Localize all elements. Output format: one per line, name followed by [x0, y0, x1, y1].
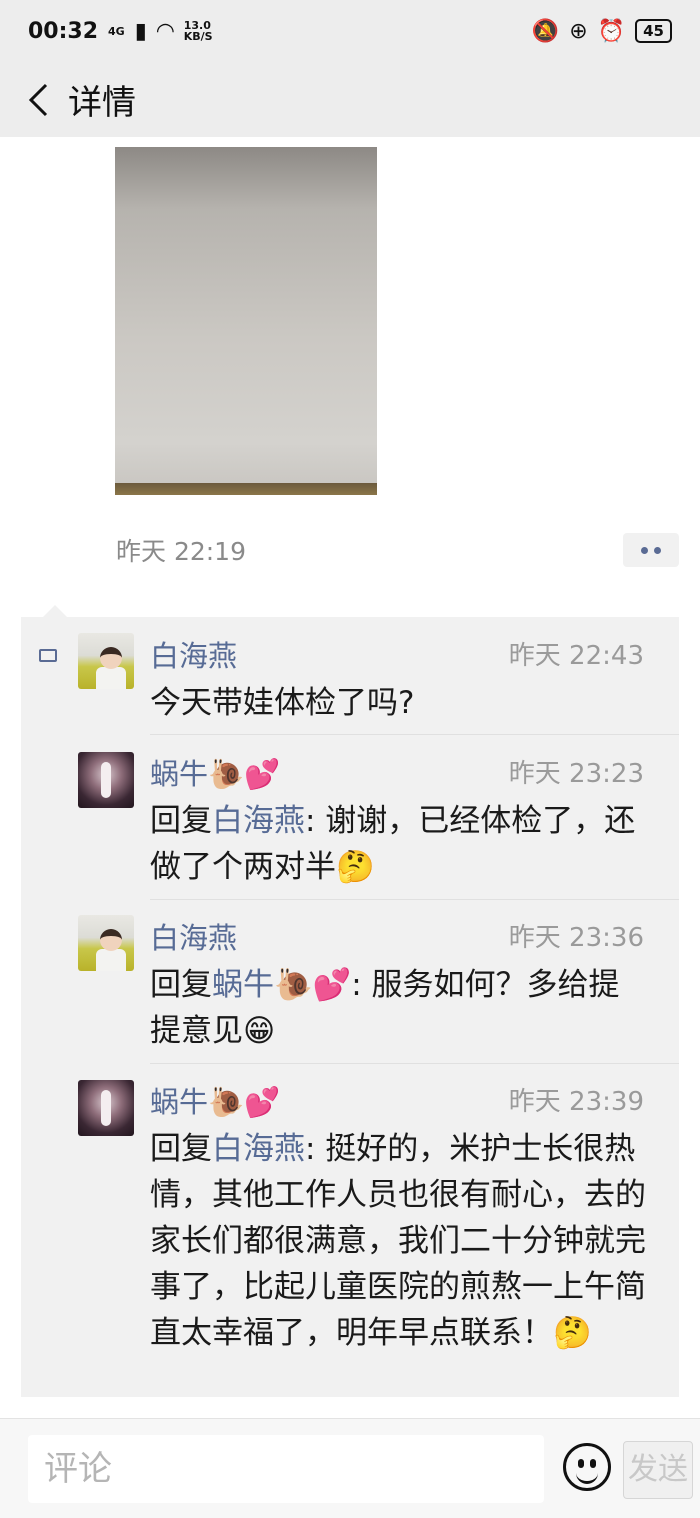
avatar[interactable] [78, 1080, 134, 1136]
reply-target[interactable]: 蜗牛🐌💕 [212, 967, 351, 1003]
comment-time: 昨天 22:43 [508, 641, 644, 671]
comment-divider [150, 899, 679, 900]
network-indicator: 4G [108, 24, 125, 38]
avatar[interactable] [78, 915, 134, 971]
battery-indicator: 45 [635, 19, 672, 43]
comment-author[interactable]: 蜗牛🐌💕 [150, 1079, 280, 1121]
alarm-icon: ⏰ [597, 18, 626, 44]
comment-time: 昨天 23:36 [508, 923, 644, 953]
post-time: 昨天 22:19 [116, 537, 246, 566]
reply-target[interactable]: 白海燕 [212, 803, 305, 839]
emoji-button[interactable] [563, 1443, 611, 1491]
back-button[interactable] [8, 70, 68, 130]
nav-bar: 详情 [0, 62, 700, 137]
reply-prefix: 回复 [150, 967, 212, 1003]
comment-time: 昨天 23:39 [508, 1087, 644, 1117]
comment-input-bar: 评论 发送 [0, 1418, 700, 1518]
comment-author[interactable]: 白海燕 [150, 915, 237, 957]
comment-divider [150, 1063, 679, 1064]
wifi-icon: ◠ [156, 18, 174, 44]
post-photo[interactable] [115, 147, 377, 495]
status-bar: 00:32 4G ▮ ◠ 13.0 KB/S 🔕 ⊕ ⏰ 45 [0, 0, 700, 62]
photo-frame-edge [115, 483, 377, 495]
comment-author[interactable]: 蜗牛🐌💕 [150, 751, 280, 793]
comment-text: 回复蜗牛🐌💕: 服务如何？多给提提意见😁 [150, 962, 650, 1054]
net-speed: 13.0 KB/S [184, 20, 213, 42]
page-title: 详情 [68, 83, 136, 123]
reply-target[interactable]: 白海燕 [212, 1131, 305, 1167]
avatar[interactable] [78, 752, 134, 808]
net-speed-unit: KB/S [183, 30, 213, 43]
comment-text: 回复白海燕: 挺好的，米护士长很热情，其他工作人员也很有耐心，去的家长们都很满意… [150, 1126, 650, 1356]
reply-prefix: 回复 [150, 803, 212, 839]
comment-text: 回复白海燕: 谢谢，已经体检了，还做了个两对半🤔 [150, 798, 650, 890]
comment-section: 白海燕 昨天 22:43 今天带娃体检了吗? 蜗牛🐌💕 昨天 23:23 回复白… [21, 605, 679, 1397]
mute-bell-icon: 🔕 [531, 18, 560, 44]
avatar[interactable] [78, 633, 134, 689]
dot-icon [641, 546, 648, 554]
reply-prefix: 回复 [150, 1131, 212, 1167]
dot-icon [654, 546, 661, 554]
comment-divider [150, 734, 679, 735]
clock: 00:32 [28, 18, 99, 44]
chevron-left-icon [28, 83, 48, 116]
status-right: 🔕 ⊕ ⏰ 45 [532, 19, 672, 44]
lock-rotation-icon: ⊕ [569, 18, 588, 44]
comment-input[interactable]: 评论 [28, 1435, 544, 1503]
comment-icon [39, 649, 57, 662]
status-left: 00:32 4G ▮ ◠ 13.0 KB/S [28, 19, 213, 44]
comment-author[interactable]: 白海燕 [150, 633, 237, 675]
comment-text: 今天带娃体检了吗? [150, 685, 415, 721]
emoji-face-icon [578, 1459, 584, 1468]
send-button[interactable]: 发送 [623, 1441, 693, 1499]
signal-icon: ▮ [134, 18, 147, 44]
comment-time: 昨天 23:23 [508, 759, 644, 789]
more-actions-button[interactable] [623, 533, 679, 567]
